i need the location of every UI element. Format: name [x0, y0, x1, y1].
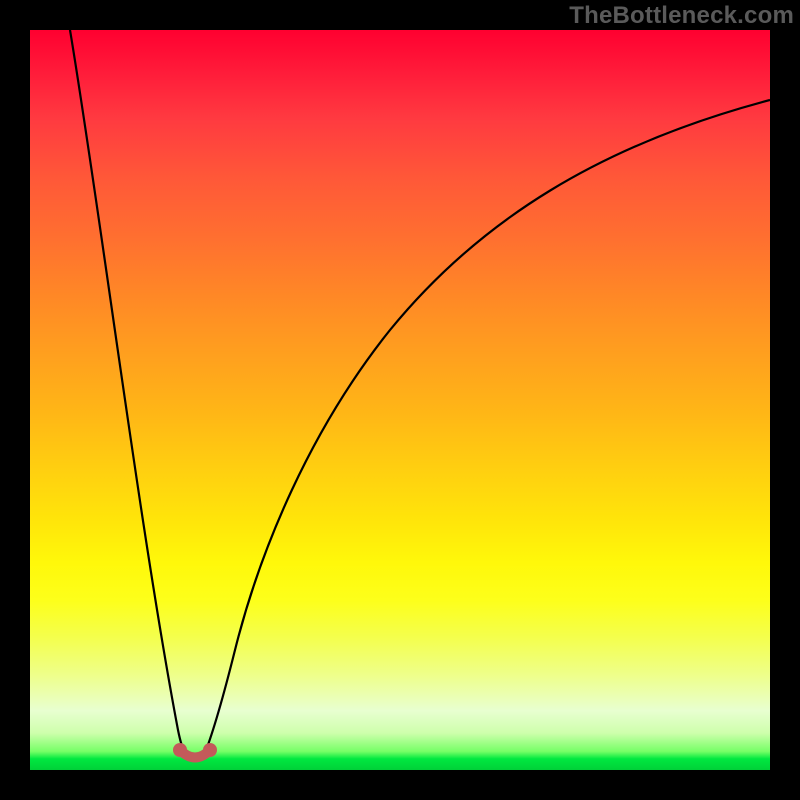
curve-svg	[30, 30, 770, 770]
chart-container: TheBottleneck.com	[0, 0, 800, 800]
curve-lines	[70, 30, 770, 753]
right-branch	[205, 100, 770, 753]
plot-area	[30, 30, 770, 770]
left-branch	[70, 30, 185, 753]
watermark-text: TheBottleneck.com	[569, 2, 794, 30]
bottom-markers	[173, 743, 217, 758]
marker-connector	[180, 750, 210, 758]
